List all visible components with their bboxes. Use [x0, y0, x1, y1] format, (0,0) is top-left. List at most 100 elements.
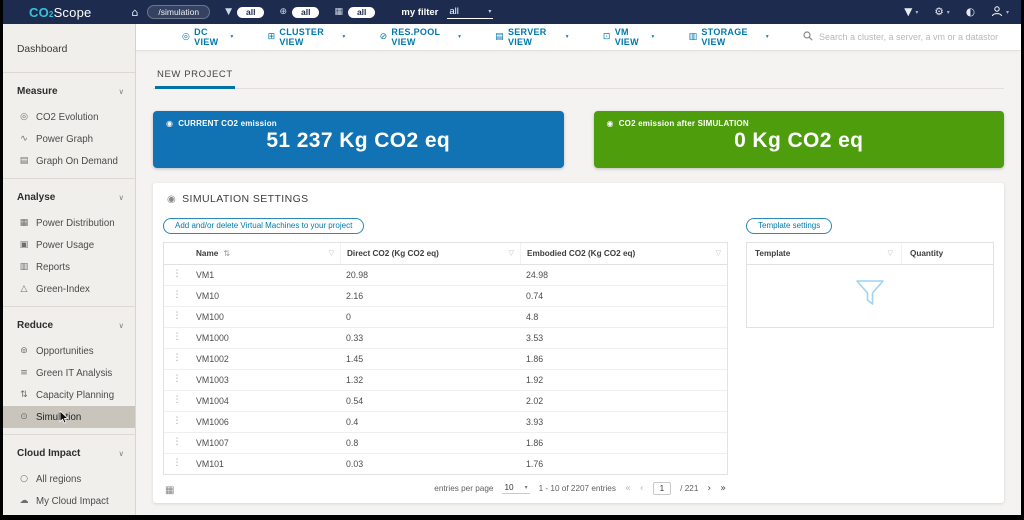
filter-icon[interactable]: ▼: [225, 7, 232, 17]
view-label: VM VIEW: [615, 27, 648, 47]
column-quantity[interactable]: Quantity: [901, 243, 993, 264]
home-icon[interactable]: ⌂: [131, 6, 138, 19]
view-navbar: ◎DC VIEW▾ ⊞CLUSTER VIEW▾ ⊘RES.POOL VIEW▾ ▤S…: [136, 24, 1021, 51]
table-row[interactable]: ⋮VM120.9824.98: [164, 265, 727, 286]
green-index-icon: △: [19, 284, 29, 294]
column-embodied-co2[interactable]: Embodied CO2 (Kg CO2 eq) ▽: [520, 243, 727, 264]
sidebar-item-power-usage[interactable]: ▣Power Usage: [3, 234, 135, 256]
column-direct-co2[interactable]: Direct CO2 (Kg CO2 eq) ▽: [340, 243, 520, 264]
my-cloud-impact-icon: ☁: [19, 496, 29, 506]
first-page-icon[interactable]: «: [625, 483, 631, 494]
server-view-icon: ▤: [495, 32, 504, 42]
drag-handle-icon[interactable]: ⋮: [164, 307, 190, 327]
table-row[interactable]: ⋮VM1010.031.76: [164, 454, 727, 474]
drag-handle-icon[interactable]: ⋮: [164, 433, 190, 453]
view-dc-view[interactable]: ◎DC VIEW▾: [182, 27, 234, 47]
vm-name-cell: VM1006: [190, 412, 340, 432]
settings-menu[interactable]: ⚙ ▾: [934, 6, 949, 18]
sidebar-section-cloud-impact[interactable]: Cloud Impact∨: [3, 435, 135, 468]
sidebar-item-green-it-analysis[interactable]: ≡Green IT Analysis: [3, 362, 135, 384]
section-label: Analyse: [17, 192, 55, 203]
sidebar-item-reports[interactable]: ▥Reports: [3, 256, 135, 278]
global-filter-menu[interactable]: ▼ ▾: [904, 6, 918, 18]
user-menu[interactable]: ▾: [991, 5, 1009, 20]
table-row[interactable]: ⋮VM10070.81.86: [164, 433, 727, 454]
table-row[interactable]: ⋮VM10060.43.93: [164, 412, 727, 433]
sidebar-item-simulation[interactable]: ⊙Simulation: [3, 406, 135, 428]
sidebar-section-measure[interactable]: Measure∨: [3, 73, 135, 106]
topbar-pill-globe[interactable]: all: [292, 7, 319, 18]
search-icon: [803, 28, 813, 46]
section-label: Measure: [17, 86, 58, 97]
table-row[interactable]: ⋮VM10040.542.02: [164, 391, 727, 412]
vm-embodied-co2-cell: 2.02: [520, 391, 727, 411]
sidebar-item-capacity-planning[interactable]: ⇅Capacity Planning: [3, 384, 135, 406]
drag-handle-icon[interactable]: ⋮: [164, 265, 190, 285]
table-row[interactable]: ⋮VM10004.8: [164, 307, 727, 328]
breadcrumb[interactable]: /simulation: [147, 5, 210, 19]
topbar-pill-filter[interactable]: all: [237, 7, 264, 18]
sidebar-item-green-index[interactable]: △Green-Index: [3, 278, 135, 300]
sidebar-item-graph-on-demand[interactable]: ▤Graph On Demand: [3, 150, 135, 172]
drag-handle-icon[interactable]: ⋮: [164, 370, 190, 390]
vm-name-cell: VM1: [190, 265, 340, 285]
sidebar-item-power-graph[interactable]: ∿Power Graph: [3, 128, 135, 150]
sidebar-item-power-distribution[interactable]: ▦Power Distribution: [3, 212, 135, 234]
view-vm-view[interactable]: ⊡VM VIEW▾: [603, 27, 655, 47]
entries-per-page-select[interactable]: 10 ▾: [502, 483, 529, 494]
view-storage-view[interactable]: ▥STORAGE VIEW▾: [689, 27, 769, 47]
table-row[interactable]: ⋮VM10021.451.86: [164, 349, 727, 370]
globe-icon[interactable]: ⊕: [279, 7, 287, 17]
my-filter-label: my filter: [401, 7, 438, 18]
logo-co2: CO: [29, 5, 49, 20]
column-template[interactable]: Template ▽: [747, 243, 901, 264]
drag-handle-icon[interactable]: ⋮: [164, 412, 190, 432]
template-settings-button[interactable]: Template settings: [746, 218, 832, 234]
search-input[interactable]: [819, 32, 1007, 42]
table-row[interactable]: ⋮VM10000.333.53: [164, 328, 727, 349]
view-res-pool-view[interactable]: ⊘RES.POOL VIEW▾: [380, 27, 462, 47]
drag-handle-icon[interactable]: ⋮: [164, 349, 190, 369]
filter-icon[interactable]: ▽: [888, 249, 893, 257]
sidebar-item-all-regions[interactable]: ○All regions: [3, 468, 135, 490]
drag-handle-icon[interactable]: ⋮: [164, 391, 190, 411]
view-server-view[interactable]: ▤SERVER VIEW▾: [495, 27, 569, 47]
sidebar-section-reduce[interactable]: Reduce∨: [3, 307, 135, 340]
vm-embodied-co2-cell: 0.74: [520, 286, 727, 306]
entries-per-page-value: 10: [504, 483, 513, 492]
drag-handle-icon[interactable]: ⋮: [164, 328, 190, 348]
sidebar-item-my-cloud-impact[interactable]: ☁My Cloud Impact: [3, 490, 135, 512]
filter-icon[interactable]: ▽: [509, 249, 514, 257]
sidebar-item-dashboard[interactable]: Dashboard: [3, 24, 135, 72]
current-page-input[interactable]: 1: [653, 482, 672, 495]
my-filter-select[interactable]: all ▾: [447, 6, 493, 19]
drag-handle-icon[interactable]: ⋮: [164, 454, 190, 474]
filter-icon[interactable]: ▽: [716, 249, 721, 257]
table-row[interactable]: ⋮VM10031.321.92: [164, 370, 727, 391]
vm-table-header: Name ⇅ ▽ Direct CO2 (Kg CO2 eq) ▽: [164, 243, 727, 265]
tab-new-project[interactable]: NEW PROJECT: [155, 64, 235, 89]
vm-table: Name ⇅ ▽ Direct CO2 (Kg CO2 eq) ▽: [163, 242, 728, 475]
sidebar-item-label: Power Graph: [36, 134, 93, 145]
calendar-icon[interactable]: ▦: [334, 7, 343, 17]
table-grid-icon[interactable]: ▦: [165, 485, 174, 496]
vm-name-cell: VM101: [190, 454, 340, 474]
reports-icon: ▥: [19, 262, 29, 272]
topbar-pill-calendar[interactable]: all: [348, 7, 375, 18]
next-page-icon[interactable]: ›: [707, 483, 711, 494]
sort-icon[interactable]: ⇅: [223, 249, 230, 258]
drag-handle-icon[interactable]: ⋮: [164, 286, 190, 306]
add-delete-vm-button[interactable]: Add and/or delete Virtual Machines to yo…: [163, 218, 364, 234]
filter-icon[interactable]: ▽: [329, 249, 334, 257]
sidebar-item-opportunities[interactable]: ⊚Opportunities: [3, 340, 135, 362]
table-row[interactable]: ⋮VM102.160.74: [164, 286, 727, 307]
vm-direct-co2-cell: 1.45: [340, 349, 520, 369]
prev-page-icon[interactable]: ‹: [640, 483, 644, 494]
view-cluster-view[interactable]: ⊞CLUSTER VIEW▾: [268, 27, 346, 47]
last-page-icon[interactable]: »: [720, 483, 726, 494]
theme-toggle[interactable]: ◐: [966, 6, 975, 18]
column-name[interactable]: Name ⇅ ▽: [190, 243, 340, 264]
table-footer: entries per page 10 ▾ 1 - 10 of 2207 ent…: [163, 482, 728, 495]
sidebar-item-co2-evolution[interactable]: ◎CO2 Evolution: [3, 106, 135, 128]
sidebar-section-analyse[interactable]: Analyse∨: [3, 179, 135, 212]
